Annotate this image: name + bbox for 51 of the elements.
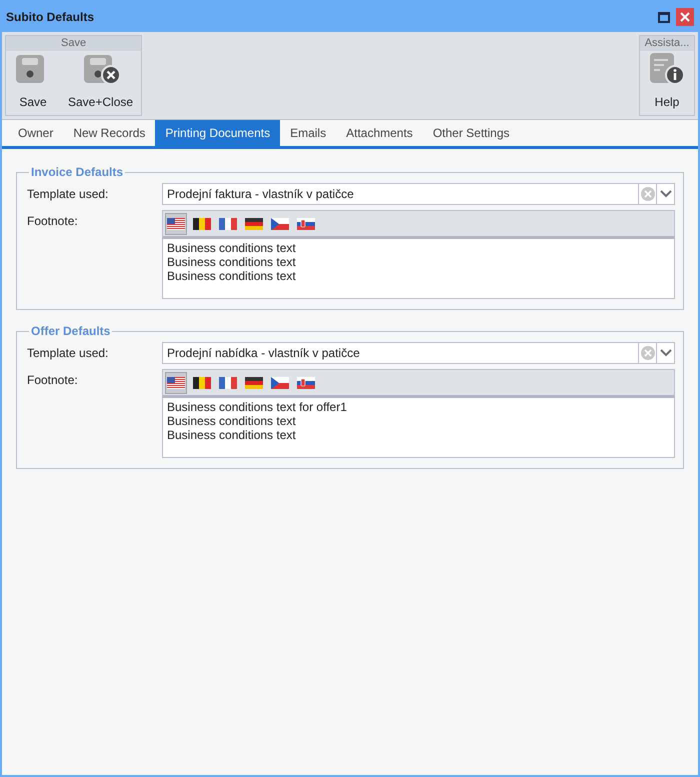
- footnote-line: Business conditions text: [167, 414, 297, 428]
- flag-icon: [245, 376, 263, 388]
- close-icon: [680, 12, 690, 22]
- language-button[interactable]: [165, 212, 187, 234]
- tab[interactable]: Attachments: [336, 120, 423, 146]
- flag-icon: [167, 376, 185, 388]
- close-button[interactable]: [676, 8, 694, 26]
- flag-icon: [297, 218, 315, 230]
- document-info-icon: [648, 51, 686, 85]
- flag-icon: [271, 376, 289, 388]
- maximize-button[interactable]: [656, 9, 672, 25]
- flag-icon: [219, 376, 237, 388]
- tab[interactable]: Printing Documents: [155, 120, 280, 146]
- footnote-textarea[interactable]: Business conditions text Business conditions text Business conditions text: [162, 239, 675, 299]
- flag-icon: [167, 218, 185, 230]
- window-title: Subito Defaults: [6, 9, 94, 26]
- ribbon-group-title: Assista...: [640, 36, 694, 51]
- chevron-down-icon[interactable]: [660, 190, 672, 198]
- template-dropdown[interactable]: Prodejní nabídka - vlastník v patičce: [162, 342, 675, 364]
- ribbon-button[interactable]: Save+Close: [60, 51, 142, 115]
- footnote-line: Business conditions text: [167, 255, 297, 269]
- flag-icon: [297, 376, 315, 388]
- tab[interactable]: Other Settings: [422, 120, 520, 146]
- ribbon-button[interactable]: Help: [640, 51, 694, 115]
- ribbon-button[interactable]: Save: [6, 51, 60, 115]
- dropdown-value: Prodejní nabídka - vlastník v patičce: [166, 345, 361, 362]
- field-label: Footnote:: [26, 213, 79, 230]
- flag-icon: [271, 218, 289, 230]
- tab[interactable]: New Records: [63, 120, 156, 146]
- footnote-line: Business conditions text: [167, 241, 297, 255]
- chevron-down-icon[interactable]: [660, 349, 672, 357]
- field-label: Footnote:: [26, 372, 79, 389]
- group-title: Offer Defaults: [30, 323, 112, 340]
- template-dropdown[interactable]: Prodejní faktura - vlastník v patičce: [162, 183, 675, 205]
- flag-icon: [193, 376, 211, 388]
- floppy-disk-close-icon: [82, 53, 120, 85]
- dropdown-value: Prodejní faktura - vlastník v patičce: [166, 186, 355, 203]
- ribbon-group-title: Save: [6, 36, 142, 51]
- footnote-line: Business conditions text: [167, 269, 297, 283]
- flag-icon: [245, 218, 263, 230]
- footnote-textarea[interactable]: Business conditions text for offer1 Business conditions text Business conditions text: [162, 398, 675, 458]
- group-title: Invoice Defaults: [30, 164, 124, 181]
- tab[interactable]: Emails: [280, 120, 336, 146]
- flag-icon: [219, 218, 237, 230]
- footnote-line: Business conditions text for offer1: [167, 400, 348, 414]
- field-label: Template used:: [26, 345, 110, 362]
- flag-icon: [193, 218, 211, 230]
- tab[interactable]: Owner: [8, 120, 64, 146]
- footnote-line: Business conditions text: [167, 428, 297, 442]
- field-label: Template used:: [26, 186, 110, 203]
- language-button[interactable]: [165, 372, 187, 394]
